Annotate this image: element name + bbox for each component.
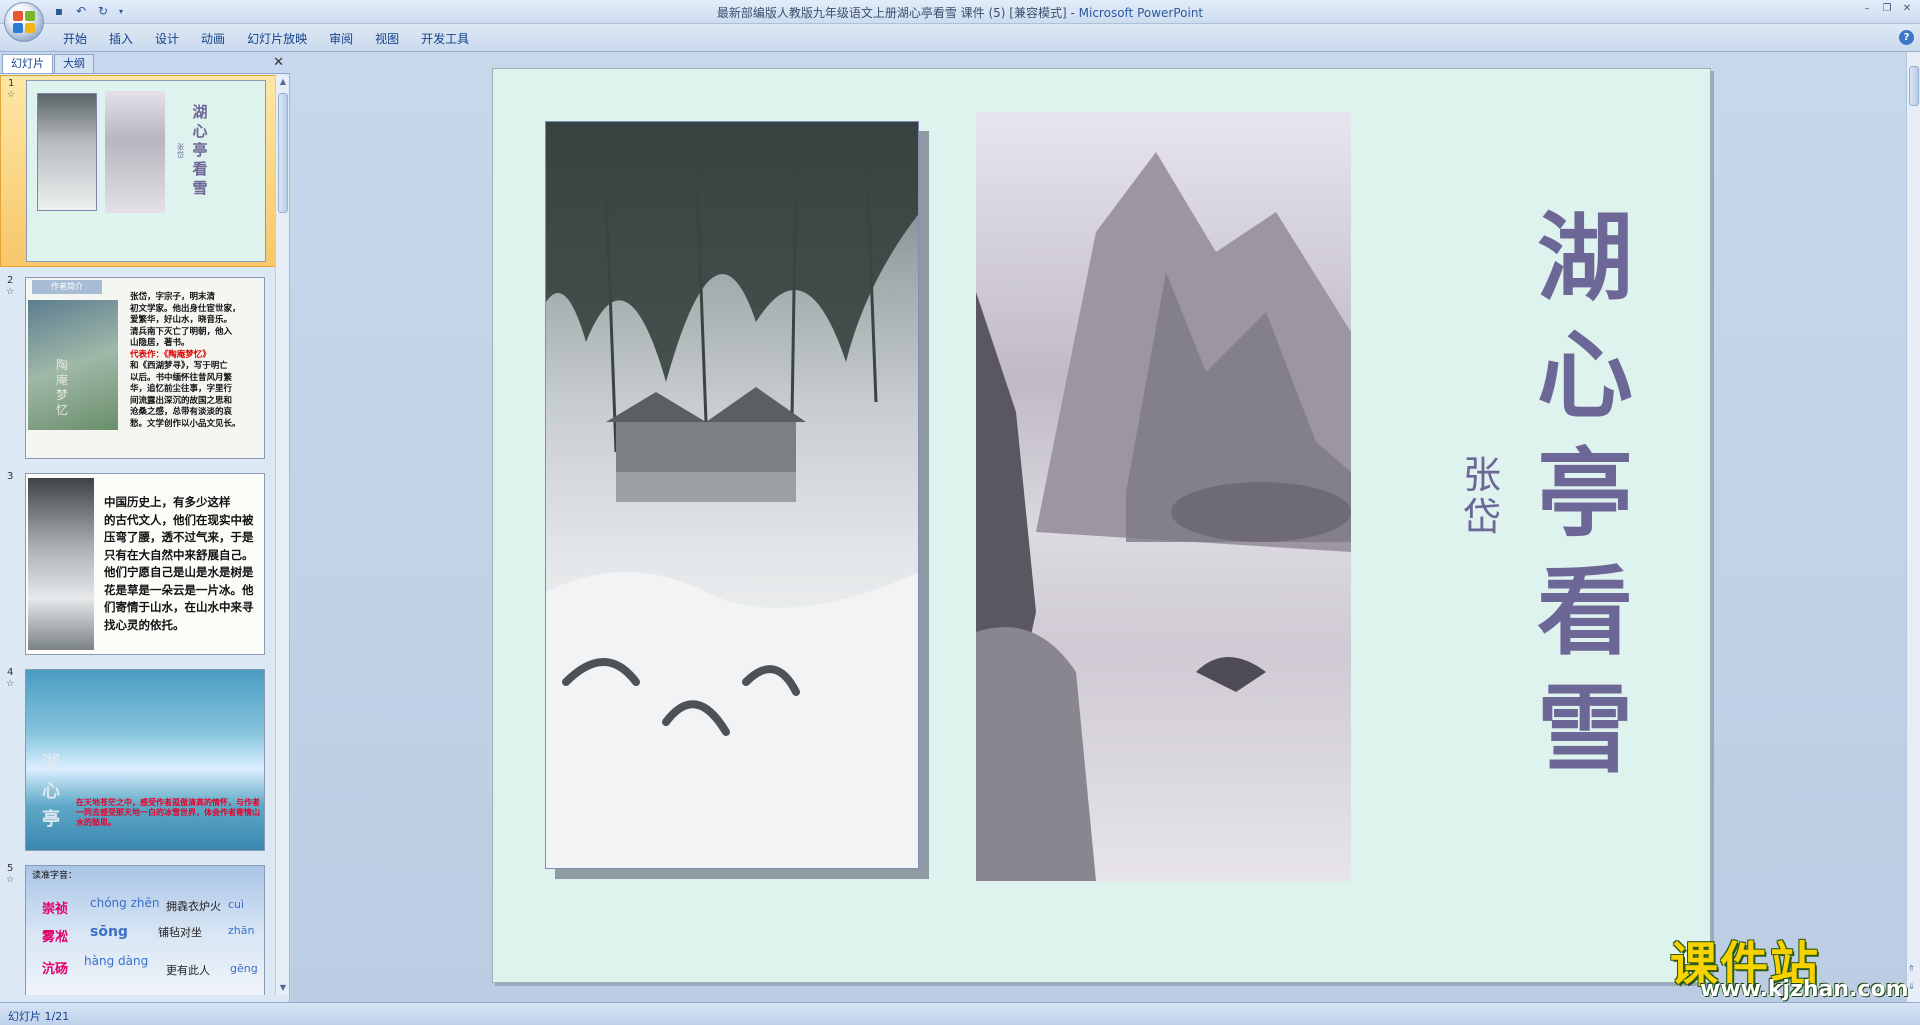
word-pinyin: hàng dàng — [84, 954, 149, 968]
tab-home[interactable]: 开始 — [52, 29, 98, 49]
thumbnail-preview: 中国历史上，有多少这样 的古代文人，他们在现实中被 压弯了腰，透不过气来，于是 只有在… — [25, 473, 265, 655]
close-pane-icon[interactable]: ✕ — [273, 55, 284, 70]
thumbnail-author: 张岱 — [177, 143, 184, 159]
powerpoint-window: 最新部编版人教版九年级语文上册湖心亭看雪 课件 (5) [兼容模式] - Mic… — [0, 0, 1920, 1025]
slide-number: 4 — [7, 667, 14, 678]
word-hanzi: 拥毳衣炉火 — [166, 900, 221, 913]
slide-title[interactable]: 湖 心 亭 看 雪 — [1530, 199, 1640, 789]
word-pinyin: zhān — [228, 924, 255, 937]
thumbnail-preview: 张岱 湖心亭看雪 — [26, 80, 266, 262]
office-logo-icon — [13, 11, 35, 33]
slide-scrollbar[interactable]: ⇓ ⇑ — [1906, 52, 1920, 1002]
snow-pavilion-drawing — [546, 122, 918, 868]
thumbnail-scrollbar[interactable]: ▲ ▼ — [275, 75, 289, 995]
slide-number: 2 — [7, 275, 14, 286]
word-pinyin: cuì — [228, 898, 245, 911]
snow-mountain-image — [105, 91, 165, 213]
word-hanzi: 雾凇 — [42, 930, 69, 945]
thumbnail-title: 湖心亭看雪 — [192, 103, 208, 197]
slide-counter: 幻灯片 1/21 — [8, 1010, 70, 1023]
snow-pavilion-image — [37, 93, 97, 211]
ribbon: 开始 插入 设计 动画 幻灯片放映 审阅 视图 开发工具 ? — [0, 24, 1920, 52]
scroll-down-icon[interactable]: ▼ — [276, 981, 290, 995]
intro-text: 中国历史上，有多少这样 的古代文人，他们在现实中被 压弯了腰，透不过气来，于是 只有在… — [104, 495, 254, 632]
word-pinyin: gēng — [230, 962, 258, 975]
tab-design[interactable]: 设计 — [144, 29, 190, 49]
status-bar: 幻灯片 1/21 — [0, 1002, 1920, 1025]
slide-author[interactable]: 张 岱 — [1458, 454, 1506, 538]
book-cover-image — [28, 300, 118, 430]
word-hanzi: 沆砀 — [42, 962, 69, 977]
undo-icon[interactable]: ↶ — [72, 3, 90, 20]
thumbnail-preview: 读准字音： 崇祯 chóng zhēn 拥毳衣炉火 cuì 雾凇 sōng 铺毡… — [25, 865, 265, 995]
save-icon[interactable]: ▪ — [50, 3, 68, 20]
author-tag: 作者简介 — [32, 280, 102, 294]
current-slide[interactable]: 张 岱 湖 心 亭 看 雪 — [492, 68, 1711, 983]
tab-slideshow[interactable]: 幻灯片放映 — [236, 29, 318, 49]
window-title: 最新部编版人教版九年级语文上册湖心亭看雪 课件 (5) [兼容模式] - Mic… — [0, 4, 1920, 21]
pronunciation-heading: 读准字音： — [32, 871, 78, 881]
tab-insert[interactable]: 插入 — [98, 29, 144, 49]
ribbon-tabs: 开始 插入 设计 动画 幻灯片放映 审阅 视图 开发工具 — [52, 29, 480, 49]
title-separator: - — [1066, 6, 1079, 20]
thumbnail-slide-3[interactable]: 3 中国历史上，有多少这样 的古代文人，他们在现实中被 压弯了腰，透不过气来，于是只… — [0, 469, 276, 659]
tab-slides[interactable]: 幻灯片 — [2, 54, 53, 73]
word-pinyin: sōng — [90, 924, 128, 940]
document-title: 最新部编版人教版九年级语文上册湖心亭看雪 课件 (5) [兼容模式] — [716, 6, 1067, 20]
snow-pavilion-image[interactable] — [545, 121, 919, 869]
slide-number: 1 — [8, 78, 15, 89]
word-pinyin: chóng zhēn — [90, 896, 160, 910]
watermark-url: www.kjzhan.com — [1700, 977, 1909, 1002]
thumbnail-slide-4[interactable]: 4 ☆ 湖心亭 在天地苍茫之中，感受作者孤傲清高的情怀，与作者一同去感受那天地一… — [0, 665, 276, 855]
snow-mountain-drawing — [976, 152, 1351, 881]
transition-icon: ☆ — [7, 90, 16, 100]
office-button[interactable] — [4, 2, 44, 42]
scroll-up-icon[interactable]: ▲ — [276, 75, 290, 89]
pane-tabs: 幻灯片 大纲 ✕ — [0, 52, 290, 74]
book-cover-title: 陶庵梦忆 — [56, 358, 69, 417]
window-controls: – ❐ ✕ — [1858, 2, 1916, 16]
app-name: Microsoft PowerPoint — [1078, 6, 1204, 20]
help-icon[interactable]: ? — [1899, 30, 1914, 45]
minimize-icon[interactable]: – — [1858, 2, 1876, 16]
tab-view[interactable]: 视图 — [364, 29, 410, 49]
snow-mountain-image[interactable] — [976, 112, 1351, 881]
slide-number: 5 — [7, 863, 14, 874]
close-icon[interactable]: ✕ — [1898, 2, 1916, 16]
word-hanzi: 更有此人 — [166, 964, 210, 977]
thumbnail-slide-2[interactable]: 2 ☆ 作者简介 陶庵梦忆 张岱，字宗子，明末清 初文学家。他出身仕宦世家， 爱繁华… — [0, 273, 276, 463]
tab-animations[interactable]: 动画 — [190, 29, 236, 49]
slide-number: 3 — [7, 471, 14, 482]
scrollbar-thumb[interactable] — [1909, 66, 1919, 106]
title-bar: 最新部编版人教版九年级语文上册湖心亭看雪 课件 (5) [兼容模式] - Mic… — [0, 0, 1920, 24]
thumbnail-title: 湖心亭 — [42, 753, 60, 830]
word-hanzi: 崇祯 — [42, 902, 69, 917]
thumbnail-list: 1 ☆ 张岱 湖心亭看雪 2 ☆ 作者简介 陶庵梦忆 张岱，字宗子，明末清 初文… — [0, 75, 276, 995]
author-bio: 张岱，字宗子，明末清 初文学家。他出身仕宦世家， 爱繁华，好山水，晓音乐。 清兵南下灭… — [130, 292, 241, 429]
slides-pane: 幻灯片 大纲 ✕ 1 ☆ 张岱 湖心亭看雪 2 ☆ 作者简介 陶庵梦忆 张岱，字… — [0, 52, 290, 1002]
tab-review[interactable]: 审阅 — [318, 29, 364, 49]
watermark-logo: 课件站 www.kjzhan.com — [1670, 925, 1910, 1003]
thumbnail-slide-1[interactable]: 1 ☆ 张岱 湖心亭看雪 — [0, 75, 276, 267]
tab-outline[interactable]: 大纲 — [54, 54, 94, 73]
tab-developer[interactable]: 开发工具 — [410, 29, 480, 49]
thumbnail-slide-5[interactable]: 5 ☆ 读准字音： 崇祯 chóng zhēn 拥毳衣炉火 cuì 雾凇 sōn… — [0, 861, 276, 995]
customize-qat-icon[interactable]: ▾ — [116, 3, 126, 20]
transition-icon: ☆ — [6, 875, 15, 885]
thumbnail-preview: 湖心亭 在天地苍茫之中，感受作者孤傲清高的情怀，与作者一同去感受那天地一白的冰雪… — [25, 669, 265, 851]
word-hanzi: 铺毡对坐 — [158, 926, 202, 939]
snow-landscape-image — [28, 478, 94, 650]
quick-access-toolbar: ▪ ↶ ↻ ▾ — [50, 3, 126, 20]
transition-icon: ☆ — [6, 679, 15, 689]
thumbnail-note: 在天地苍茫之中，感受作者孤傲清高的情怀，与作者一同去感受那天地一白的冰雪世界，体… — [76, 798, 260, 827]
transition-icon: ☆ — [6, 287, 15, 297]
thumbnail-preview: 作者简介 陶庵梦忆 张岱，字宗子，明末清 初文学家。他出身仕宦世家， 爱繁华，好山水… — [25, 277, 265, 459]
redo-icon[interactable]: ↻ — [94, 3, 112, 20]
scrollbar-thumb[interactable] — [278, 93, 288, 213]
restore-icon[interactable]: ❐ — [1878, 2, 1896, 16]
